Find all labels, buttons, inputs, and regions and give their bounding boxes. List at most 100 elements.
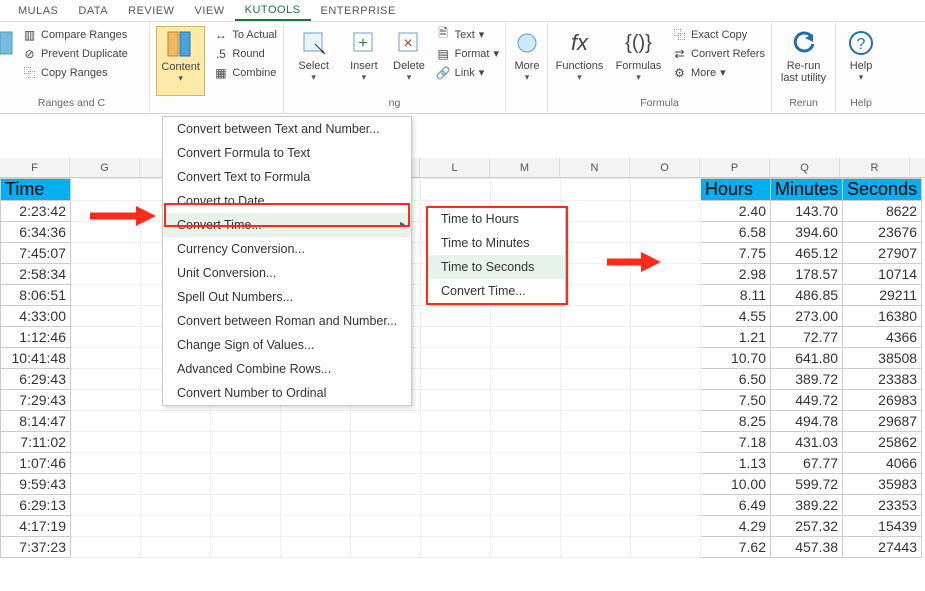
- tab-kutools[interactable]: KUTOOLS: [235, 1, 311, 21]
- cell-time-16[interactable]: 7:37:23: [1, 537, 71, 558]
- cell-blank[interactable]: [211, 495, 281, 516]
- tab-formulas[interactable]: MULAS: [8, 2, 68, 20]
- cell-seconds-12[interactable]: 4066: [843, 453, 922, 474]
- col-header-M[interactable]: M: [490, 158, 560, 177]
- cell-time-1[interactable]: 6:34:36: [1, 222, 71, 243]
- cell-blank[interactable]: [421, 390, 491, 411]
- cell-time-8[interactable]: 6:29:43: [1, 369, 71, 390]
- cell-time-5[interactable]: 4:33:00: [1, 306, 71, 327]
- cell-blank[interactable]: [351, 411, 421, 432]
- cell-minutes-11[interactable]: 431.03: [771, 432, 843, 453]
- cell-blank[interactable]: [71, 537, 141, 558]
- cell-hours-9[interactable]: 7.50: [701, 390, 771, 411]
- cell-blank[interactable]: [631, 516, 701, 537]
- cell-blank[interactable]: [631, 179, 701, 201]
- cell-blank[interactable]: [141, 537, 211, 558]
- cell-blank[interactable]: [141, 516, 211, 537]
- cell-blank[interactable]: [71, 179, 141, 201]
- cell-blank[interactable]: [141, 432, 211, 453]
- cell-minutes-12[interactable]: 67.77: [771, 453, 843, 474]
- cell-blank[interactable]: [211, 432, 281, 453]
- cell-blank[interactable]: [141, 453, 211, 474]
- col-header-F[interactable]: F: [0, 158, 70, 177]
- cell-time-9[interactable]: 7:29:43: [1, 390, 71, 411]
- cell-hours-2[interactable]: 7.75: [701, 243, 771, 264]
- cell-blank[interactable]: [141, 495, 211, 516]
- cell-blank[interactable]: [491, 474, 561, 495]
- menu-convert-time[interactable]: Convert Time...▸: [163, 213, 411, 237]
- rerun-button[interactable]: Re-runlast utility: [778, 26, 829, 96]
- cell-blank[interactable]: [631, 285, 701, 306]
- cell-blank[interactable]: [561, 369, 631, 390]
- cell-blank[interactable]: [631, 495, 701, 516]
- cell-hours-11[interactable]: 7.18: [701, 432, 771, 453]
- cell-seconds-5[interactable]: 16380: [843, 306, 922, 327]
- cell-blank[interactable]: [561, 348, 631, 369]
- cell-blank[interactable]: [421, 474, 491, 495]
- col-header-O[interactable]: O: [630, 158, 700, 177]
- submenu-time-to-hours[interactable]: Time to Hours: [427, 207, 565, 231]
- cell-blank[interactable]: [491, 306, 561, 327]
- cell-blank[interactable]: [141, 474, 211, 495]
- insert-button[interactable]: + Insert▾: [345, 26, 382, 96]
- link-button[interactable]: 🔗Link ▾: [436, 64, 499, 81]
- cell-blank[interactable]: [491, 411, 561, 432]
- cell-hours-5[interactable]: 4.55: [701, 306, 771, 327]
- cell-header-hours[interactable]: Hours: [701, 179, 771, 201]
- submenu-convert-time[interactable]: Convert Time...: [427, 279, 565, 303]
- more-formula-button[interactable]: ⚙More ▾: [672, 64, 765, 81]
- text-button[interactable]: 🗎Text ▾: [436, 26, 499, 43]
- cell-minutes-1[interactable]: 394.60: [771, 222, 843, 243]
- select-button[interactable]: Select▾: [290, 26, 337, 96]
- cell-hours-6[interactable]: 1.21: [701, 327, 771, 348]
- menu-spell-out[interactable]: Spell Out Numbers...: [163, 285, 411, 309]
- col-header-N[interactable]: N: [560, 158, 630, 177]
- cell-blank[interactable]: [351, 516, 421, 537]
- cell-minutes-4[interactable]: 486.85: [771, 285, 843, 306]
- cell-blank[interactable]: [211, 411, 281, 432]
- cell-blank[interactable]: [281, 537, 351, 558]
- menu-roman[interactable]: Convert between Roman and Number...: [163, 309, 411, 333]
- cell-blank[interactable]: [421, 306, 491, 327]
- tab-data[interactable]: DATA: [68, 2, 118, 20]
- menu-formula-to-text[interactable]: Convert Formula to Text: [163, 141, 411, 165]
- cell-time-11[interactable]: 7:11:02: [1, 432, 71, 453]
- cell-hours-7[interactable]: 10.70: [701, 348, 771, 369]
- cell-blank[interactable]: [71, 243, 141, 264]
- cell-blank[interactable]: [491, 495, 561, 516]
- cell-blank[interactable]: [631, 453, 701, 474]
- cell-blank[interactable]: [421, 453, 491, 474]
- cell-blank[interactable]: [561, 411, 631, 432]
- cell-blank[interactable]: [491, 369, 561, 390]
- cell-blank[interactable]: [421, 432, 491, 453]
- cell-blank[interactable]: [631, 327, 701, 348]
- cell-blank[interactable]: [631, 306, 701, 327]
- formulas-button[interactable]: {()} Formulas▾: [613, 26, 664, 96]
- tab-view[interactable]: VIEW: [185, 2, 235, 20]
- cell-hours-14[interactable]: 6.49: [701, 495, 771, 516]
- cell-blank[interactable]: [631, 537, 701, 558]
- cell-blank[interactable]: [71, 516, 141, 537]
- cell-blank[interactable]: [631, 369, 701, 390]
- cell-minutes-3[interactable]: 178.57: [771, 264, 843, 285]
- cell-hours-13[interactable]: 10.00: [701, 474, 771, 495]
- cell-blank[interactable]: [491, 453, 561, 474]
- cell-seconds-8[interactable]: 23383: [843, 369, 922, 390]
- cell-seconds-10[interactable]: 29687: [843, 411, 922, 432]
- cell-blank[interactable]: [421, 179, 491, 201]
- cell-blank[interactable]: [631, 411, 701, 432]
- cell-seconds-3[interactable]: 10714: [843, 264, 922, 285]
- cell-hours-3[interactable]: 2.98: [701, 264, 771, 285]
- cell-seconds-0[interactable]: 8622: [843, 201, 922, 222]
- cell-hours-16[interactable]: 7.62: [701, 537, 771, 558]
- cell-time-6[interactable]: 1:12:46: [1, 327, 71, 348]
- cell-minutes-13[interactable]: 599.72: [771, 474, 843, 495]
- cell-minutes-6[interactable]: 72.77: [771, 327, 843, 348]
- cell-blank[interactable]: [351, 432, 421, 453]
- cell-seconds-2[interactable]: 27907: [843, 243, 922, 264]
- menu-change-sign[interactable]: Change Sign of Values...: [163, 333, 411, 357]
- cell-blank[interactable]: [71, 285, 141, 306]
- cell-blank[interactable]: [281, 516, 351, 537]
- cell-blank[interactable]: [211, 453, 281, 474]
- cell-hours-10[interactable]: 8.25: [701, 411, 771, 432]
